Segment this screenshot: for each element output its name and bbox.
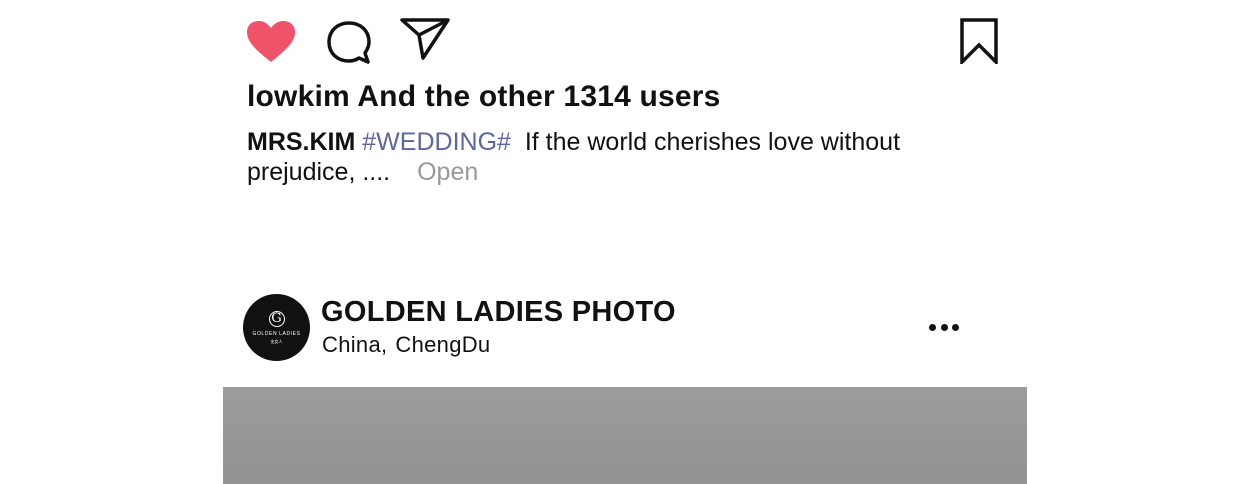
logo-subtext: 金女人 xyxy=(270,338,283,344)
post-photo[interactable] xyxy=(223,387,1027,484)
post-location[interactable]: China, ChengDu xyxy=(322,332,490,358)
bookmark-icon[interactable] xyxy=(960,18,998,64)
caption-author[interactable]: MRS.KIM xyxy=(247,128,355,156)
account-name[interactable]: GOLDEN LADIES PHOTO xyxy=(321,296,676,329)
more-dot xyxy=(929,323,936,331)
logo-text: GOLDEN LADIES xyxy=(252,330,301,337)
comment-icon[interactable] xyxy=(326,20,372,66)
caption-open-link[interactable]: Open xyxy=(417,158,478,186)
share-icon[interactable] xyxy=(400,18,450,62)
post-actions-bar xyxy=(246,16,998,66)
post-caption: MRS.KIM #WEDDING# If the world cherishes… xyxy=(247,127,947,187)
more-dot xyxy=(940,323,948,331)
more-dot xyxy=(952,323,959,331)
avatar[interactable]: G GOLDEN LADIES 金女人 xyxy=(243,294,310,361)
location-country: China, xyxy=(322,332,388,357)
likes-summary[interactable]: lowkim And the other 1314 users xyxy=(247,80,721,114)
post-header: G GOLDEN LADIES 金女人 GOLDEN LADIES PHOTO … xyxy=(243,294,983,362)
location-city: ChengDu xyxy=(395,332,491,357)
more-options-icon[interactable] xyxy=(929,314,959,340)
caption-hashtag[interactable]: #WEDDING# xyxy=(362,128,511,156)
heart-icon[interactable] xyxy=(246,20,296,64)
logo-mark: G xyxy=(268,310,285,327)
